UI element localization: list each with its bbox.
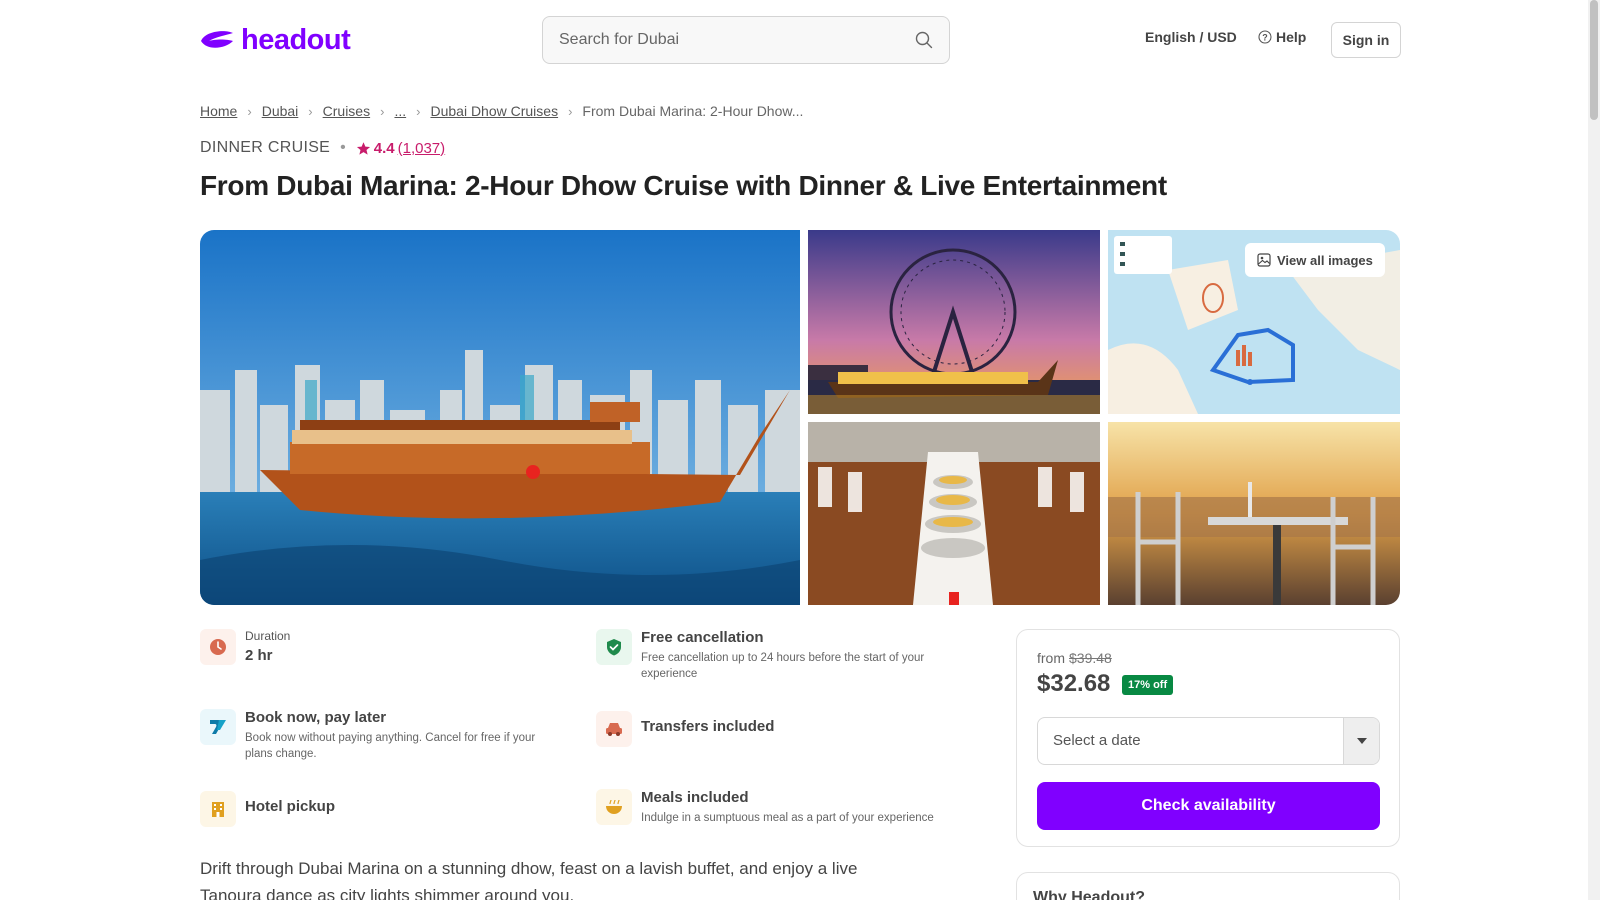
help-label: Help (1276, 29, 1307, 45)
top-header: headout English / USD ? Help Sign in (0, 0, 1600, 80)
date-select[interactable]: Select a date (1037, 717, 1380, 765)
page-scrollbar[interactable] (1588, 0, 1600, 900)
image-gallery (200, 230, 1400, 605)
original-price: $39.48 (1069, 650, 1112, 666)
gallery-image-ain-dubai[interactable] (808, 230, 1100, 414)
sign-in-button[interactable]: Sign in (1331, 22, 1401, 58)
gallery-image-deck[interactable] (1108, 422, 1400, 605)
duration-label: Duration (245, 629, 291, 643)
hotel-icon (200, 791, 236, 827)
pay-later-icon (200, 709, 236, 745)
rating-count[interactable]: (1,037) (398, 140, 446, 157)
meals-title: Meals included (641, 789, 749, 806)
feature-free-cancellation: Free cancellation Free cancellation up t… (596, 629, 966, 682)
caret-down-icon[interactable] (1343, 718, 1379, 764)
breadcrumb: Home › Dubai › Cruises › ... › Dubai Dho… (200, 103, 803, 119)
breadcrumb-dubai[interactable]: Dubai (262, 103, 299, 119)
hotel-pickup-title: Hotel pickup (245, 798, 336, 815)
from-label: from (1037, 650, 1065, 666)
feature-hotel-pickup: Hotel pickup (200, 791, 335, 827)
chevron-right-icon: › (568, 103, 573, 119)
view-all-images-button[interactable]: View all images (1245, 243, 1385, 277)
help-icon: ? (1258, 30, 1272, 44)
breadcrumb-dhow-cruises[interactable]: Dubai Dhow Cruises (430, 103, 558, 119)
clock-icon (200, 629, 236, 665)
breadcrumb-ellipsis[interactable]: ... (394, 103, 406, 119)
image-gallery-icon (1257, 253, 1271, 267)
page-title: From Dubai Marina: 2-Hour Dhow Cruise wi… (200, 170, 1167, 201)
chevron-right-icon: › (247, 103, 252, 119)
meals-desc: Indulge in a sumptuous meal as a part of… (641, 812, 934, 824)
separator-dot: • (340, 139, 346, 156)
headout-logo[interactable]: headout (199, 23, 351, 56)
star-icon (356, 141, 370, 155)
search-input[interactable] (559, 17, 889, 63)
search-icon[interactable] (915, 31, 933, 49)
gallery-image-dhow[interactable] (200, 230, 800, 605)
chevron-right-icon: › (416, 103, 421, 119)
shield-check-icon (596, 629, 632, 665)
date-select-label: Select a date (1053, 732, 1141, 749)
transfers-title: Transfers included (641, 718, 775, 735)
scrollbar-thumb[interactable] (1590, 0, 1598, 120)
chevron-right-icon: › (380, 103, 385, 119)
feature-meals: Meals included Indulge in a sumptuous me… (596, 789, 966, 826)
feature-transfers: Transfers included (596, 711, 774, 747)
rating-value: 4.4 (373, 139, 395, 157)
booking-card: from $39.48 $32.68 17% off Select a date … (1016, 629, 1400, 847)
why-headout-title: Why Headout? (1033, 889, 1145, 900)
breadcrumb-current: From Dubai Marina: 2-Hour Dhow... (582, 103, 804, 119)
feature-book-now-pay-later: Book now, pay later Book now without pay… (200, 709, 560, 762)
svg-text:?: ? (1262, 33, 1268, 43)
price-from: from $39.48 (1037, 650, 1112, 666)
help-link[interactable]: ? Help (1258, 29, 1306, 45)
free-cancellation-desc: Free cancellation up to 24 hours before … (641, 652, 925, 680)
chevron-right-icon: › (308, 103, 313, 119)
check-availability-button[interactable]: Check availability (1037, 782, 1380, 830)
discount-badge: 17% off (1122, 675, 1174, 695)
current-price: $32.68 (1037, 670, 1111, 697)
breadcrumb-home[interactable]: Home (200, 103, 237, 119)
search-box[interactable] (542, 16, 950, 64)
breadcrumb-cruises[interactable]: Cruises (323, 103, 370, 119)
product-description: Drift through Dubai Marina on a stunning… (200, 859, 858, 900)
category-label[interactable]: DINNER CRUISE (200, 139, 330, 157)
language-currency-selector[interactable]: English / USD (1145, 29, 1237, 45)
headout-logo-icon (201, 31, 233, 48)
brand-name: headout (241, 23, 351, 56)
book-now-desc: Book now without paying anything. Cancel… (245, 732, 536, 760)
duration-value: 2 hr (245, 647, 273, 664)
book-now-title: Book now, pay later (245, 709, 387, 726)
feature-duration: Duration 2 hr (200, 629, 290, 665)
why-headout-card: Why Headout? (1016, 872, 1400, 900)
view-all-images-label: View all images (1277, 252, 1373, 268)
meal-bowl-icon (596, 789, 632, 825)
product-meta: DINNER CRUISE • 4.4 (1,037) (200, 139, 445, 157)
rating[interactable]: 4.4 (1,037) (356, 140, 445, 157)
car-icon (596, 711, 632, 747)
gallery-image-buffet[interactable] (808, 422, 1100, 605)
free-cancellation-title: Free cancellation (641, 629, 764, 646)
